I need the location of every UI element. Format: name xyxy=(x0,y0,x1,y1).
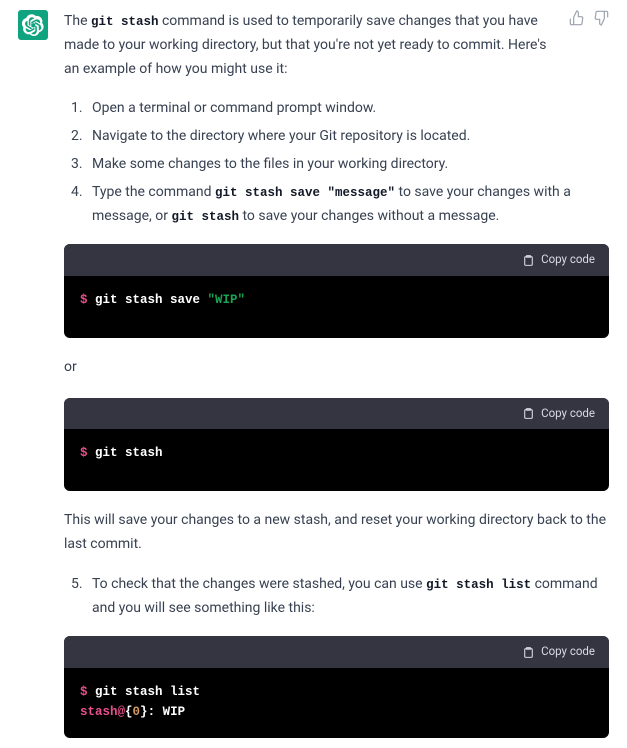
brace: } xyxy=(140,705,148,719)
code-block-3: Copy code $ git stash list stash@{0}: WI… xyxy=(64,636,609,738)
copy-label: Copy code xyxy=(541,404,595,424)
copy-code-button[interactable]: Copy code xyxy=(522,642,595,662)
copy-label: Copy code xyxy=(541,250,595,270)
brace: { xyxy=(125,705,133,719)
steps-list: Open a terminal or command prompt window… xyxy=(64,97,609,228)
step-1: Open a terminal or command prompt window… xyxy=(86,97,609,121)
step4-post: to save your changes without a message. xyxy=(239,208,499,224)
intro-paragraph: The git stash command is used to tempora… xyxy=(64,10,561,81)
code-cmd: git stash list xyxy=(95,685,200,699)
intro-pre: The xyxy=(64,13,91,29)
code-header: Copy code xyxy=(64,244,609,276)
code-prompt: $ xyxy=(80,446,95,460)
code-body: $ git stash list stash@{0}: WIP xyxy=(64,668,609,738)
stash-tail: : WIP xyxy=(148,705,186,719)
step4-pre: Type the command xyxy=(92,184,215,200)
or-text: or xyxy=(64,356,609,380)
inline-code-stash-save-msg: git stash save "message" xyxy=(215,186,395,200)
code-string: "WIP" xyxy=(208,293,246,307)
message-content: The git stash command is used to tempora… xyxy=(64,10,609,738)
code-prompt: $ xyxy=(80,685,95,699)
openai-logo-icon xyxy=(22,14,44,36)
thumbs-up-icon xyxy=(569,10,585,26)
stash-index: 0 xyxy=(133,705,141,719)
inline-code-stash: git stash xyxy=(171,210,239,224)
assistant-avatar xyxy=(18,10,48,40)
steps-list-continued: To check that the changes were stashed, … xyxy=(64,573,609,621)
code-cmd: git stash xyxy=(95,446,163,460)
clipboard-icon xyxy=(522,646,535,659)
assistant-message: The git stash command is used to tempora… xyxy=(18,10,609,738)
code-cmd: git stash save xyxy=(95,293,208,307)
inline-code-git-stash: git stash xyxy=(91,15,159,29)
code-block-2: Copy code $ git stash xyxy=(64,398,609,492)
copy-label: Copy code xyxy=(541,642,595,662)
code-header: Copy code xyxy=(64,636,609,668)
stash-ref: stash@ xyxy=(80,705,125,719)
code-block-1: Copy code $ git stash save "WIP" xyxy=(64,244,609,338)
clipboard-icon xyxy=(522,254,535,267)
clipboard-icon xyxy=(522,407,535,420)
code-header: Copy code xyxy=(64,398,609,430)
inline-code-stash-list: git stash list xyxy=(426,578,531,592)
step-2: Navigate to the directory where your Git… xyxy=(86,125,609,149)
thumbs-down-button[interactable] xyxy=(593,10,609,26)
step-5: To check that the changes were stashed, … xyxy=(86,573,609,621)
copy-code-button[interactable]: Copy code xyxy=(522,250,595,270)
code-prompt: $ xyxy=(80,293,95,307)
code-body: $ git stash save "WIP" xyxy=(64,276,609,338)
copy-code-button[interactable]: Copy code xyxy=(522,404,595,424)
code-body: $ git stash xyxy=(64,429,609,491)
thumbs-up-button[interactable] xyxy=(569,10,585,26)
step5-pre: To check that the changes were stashed, … xyxy=(92,576,426,592)
feedback-buttons xyxy=(569,10,609,26)
thumbs-down-icon xyxy=(593,10,609,26)
paragraph-after-code: This will save your changes to a new sta… xyxy=(64,509,609,557)
step-3: Make some changes to the files in your w… xyxy=(86,153,609,177)
step-4: Type the command git stash save "message… xyxy=(86,181,609,229)
